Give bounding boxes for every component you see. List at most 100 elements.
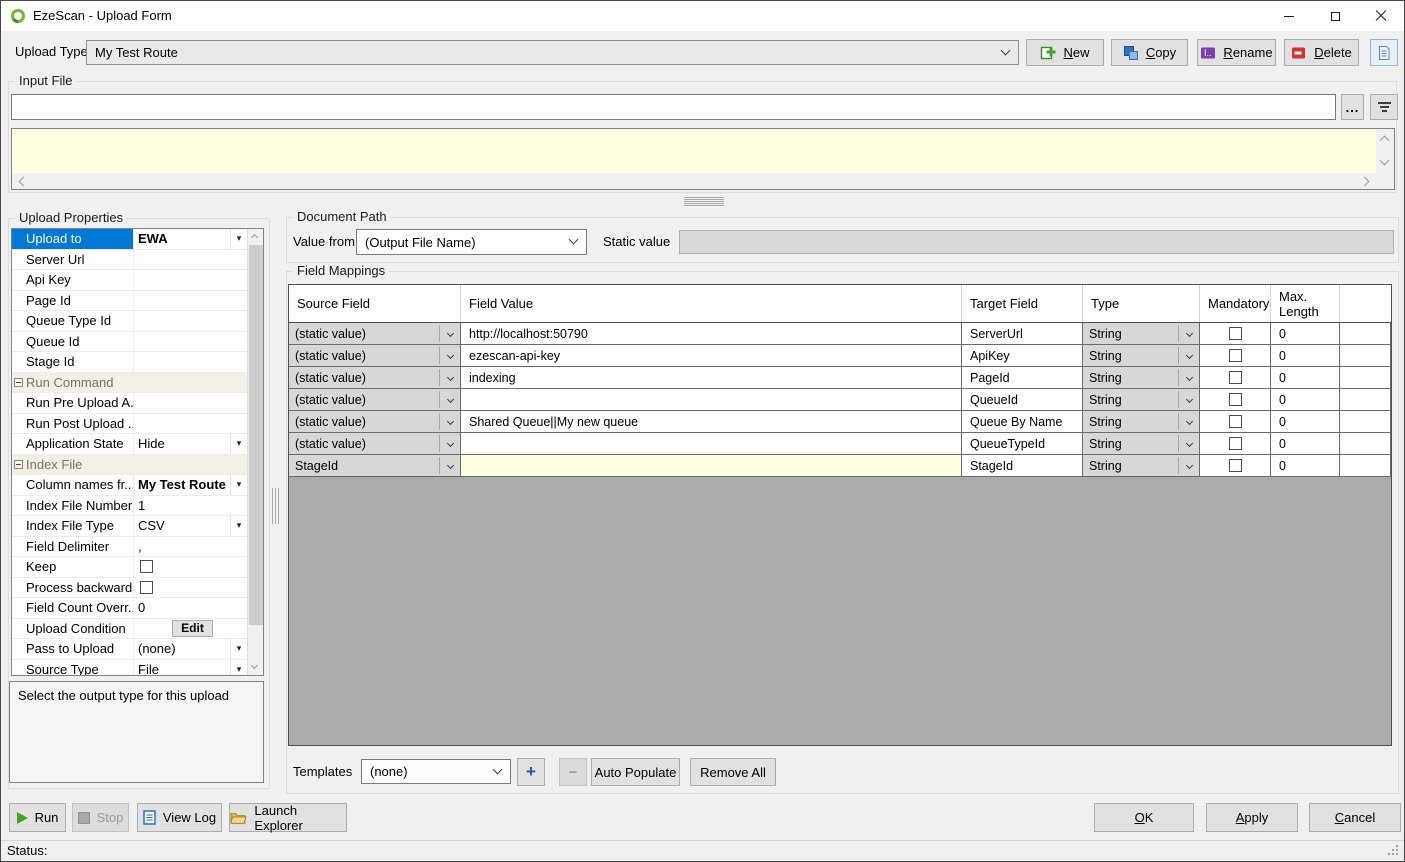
- collapse-icon[interactable]: [14, 378, 23, 387]
- target-field-cell[interactable]: Queue By Name: [962, 411, 1083, 432]
- property-value[interactable]: [134, 578, 247, 598]
- dropdown-arrow-icon[interactable]: ▾: [230, 229, 247, 249]
- property-value[interactable]: [134, 332, 247, 352]
- run-button[interactable]: Run: [9, 803, 66, 832]
- property-name[interactable]: Column names fr...: [12, 475, 134, 495]
- file-list-hscrollbar[interactable]: [12, 173, 1394, 189]
- property-value[interactable]: (none)▾: [134, 639, 247, 659]
- property-row[interactable]: Queue Id: [12, 332, 247, 353]
- property-name[interactable]: Queue Type Id: [12, 311, 134, 331]
- source-field-select[interactable]: (static value): [289, 345, 460, 366]
- property-value[interactable]: ,: [134, 537, 247, 557]
- vertical-splitter[interactable]: [272, 488, 280, 524]
- property-row[interactable]: Stage Id: [12, 352, 247, 373]
- property-category-row[interactable]: Index File: [12, 455, 247, 476]
- field-value-cell[interactable]: [461, 455, 962, 476]
- property-value[interactable]: [134, 393, 247, 413]
- property-row[interactable]: Index File Number1: [12, 496, 247, 517]
- max-length-cell[interactable]: 0: [1271, 389, 1340, 410]
- scroll-down-icon[interactable]: [251, 662, 258, 669]
- property-value[interactable]: File▾: [134, 660, 247, 676]
- remove-template-button[interactable]: −: [559, 758, 587, 786]
- scrollbar-thumb[interactable]: [249, 245, 263, 625]
- max-length-cell[interactable]: 0: [1271, 367, 1340, 388]
- property-row[interactable]: Source TypeFile▾: [12, 660, 247, 676]
- property-row[interactable]: Run Post Upload ...: [12, 414, 247, 435]
- input-file-list[interactable]: [11, 128, 1395, 190]
- checkbox[interactable]: [140, 560, 153, 573]
- mandatory-checkbox[interactable]: [1229, 371, 1242, 384]
- target-field-cell[interactable]: QueueTypeId: [962, 433, 1083, 454]
- property-row[interactable]: Pass to Upload(none)▾: [12, 639, 247, 660]
- property-name[interactable]: Application State: [12, 434, 134, 454]
- field-value-cell[interactable]: ezescan-api-key: [461, 345, 962, 366]
- column-header-value[interactable]: Field Value: [461, 285, 962, 322]
- mandatory-checkbox[interactable]: [1229, 327, 1242, 340]
- rename-button[interactable]: I.. Rename: [1197, 39, 1276, 66]
- source-field-select[interactable]: (static value): [289, 433, 460, 454]
- source-field-select[interactable]: (static value): [289, 323, 460, 344]
- mandatory-checkbox[interactable]: [1229, 437, 1242, 450]
- property-value[interactable]: [134, 270, 247, 290]
- target-field-cell[interactable]: ServerUrl: [962, 323, 1083, 344]
- field-value-cell[interactable]: [461, 433, 962, 454]
- property-name[interactable]: Server Url: [12, 250, 134, 270]
- property-row[interactable]: Column names fr...My Test Route▾: [12, 475, 247, 496]
- property-value[interactable]: My Test Route▾: [134, 475, 247, 495]
- apply-button[interactable]: Apply: [1206, 803, 1298, 832]
- property-row[interactable]: Queue Type Id: [12, 311, 247, 332]
- view-log-button[interactable]: View Log: [137, 803, 222, 832]
- scroll-left-icon[interactable]: [19, 177, 29, 187]
- source-field-select[interactable]: (static value): [289, 389, 460, 410]
- horizontal-splitter[interactable]: [684, 197, 724, 206]
- property-name[interactable]: Pass to Upload: [12, 639, 134, 659]
- target-field-cell[interactable]: PageId: [962, 367, 1083, 388]
- field-value-cell[interactable]: Shared Queue||My new queue: [461, 411, 962, 432]
- column-header-mandatory[interactable]: Mandatory: [1200, 285, 1271, 322]
- field-value-cell[interactable]: indexing: [461, 367, 962, 388]
- remove-all-button[interactable]: Remove All: [690, 758, 776, 786]
- property-name[interactable]: Source Type: [12, 660, 134, 676]
- property-row[interactable]: Upload toEWA▾: [12, 229, 247, 250]
- scroll-right-icon[interactable]: [1360, 177, 1370, 187]
- field-value-cell[interactable]: http://localhost:50790: [461, 323, 962, 344]
- upload-type-select[interactable]: My Test Route: [86, 40, 1019, 65]
- property-name[interactable]: Run Post Upload ...: [12, 414, 134, 434]
- maximize-button[interactable]: [1312, 1, 1358, 31]
- scroll-up-icon[interactable]: [1380, 136, 1390, 146]
- dropdown-arrow-icon[interactable]: ▾: [230, 639, 247, 659]
- column-header-source[interactable]: Source Field: [289, 285, 461, 322]
- property-name[interactable]: Page Id: [12, 291, 134, 311]
- max-length-cell[interactable]: 0: [1271, 455, 1340, 476]
- close-button[interactable]: [1358, 1, 1404, 31]
- property-row[interactable]: Run Pre Upload A...: [12, 393, 247, 414]
- launch-explorer-button[interactable]: Launch Explorer: [229, 803, 347, 832]
- collapse-icon[interactable]: [14, 460, 23, 469]
- property-row[interactable]: Index File TypeCSV▾: [12, 516, 247, 537]
- mandatory-checkbox[interactable]: [1229, 349, 1242, 362]
- max-length-cell[interactable]: 0: [1271, 345, 1340, 366]
- property-row[interactable]: Keep: [12, 557, 247, 578]
- add-template-button[interactable]: +: [517, 758, 545, 786]
- property-name[interactable]: Upload to: [12, 229, 134, 249]
- property-name[interactable]: Queue Id: [12, 332, 134, 352]
- max-length-cell[interactable]: 0: [1271, 411, 1340, 432]
- property-name[interactable]: Field Delimiter: [12, 537, 134, 557]
- source-field-select[interactable]: (static value): [289, 367, 460, 388]
- source-field-select[interactable]: StageId: [289, 455, 460, 476]
- property-name[interactable]: Field Count Overr...: [12, 598, 134, 618]
- property-row[interactable]: Process backwards: [12, 578, 247, 599]
- mandatory-checkbox[interactable]: [1229, 459, 1242, 472]
- templates-select[interactable]: (none): [361, 759, 511, 784]
- property-category-row[interactable]: Run Command: [12, 373, 247, 394]
- column-header-max-length[interactable]: Max. Length: [1271, 285, 1340, 322]
- ok-button[interactable]: OK: [1094, 803, 1194, 832]
- dropdown-arrow-icon[interactable]: ▾: [230, 475, 247, 495]
- column-header-target[interactable]: Target Field: [962, 285, 1083, 322]
- property-name[interactable]: Keep: [12, 557, 134, 577]
- file-list-vscrollbar[interactable]: [1376, 129, 1394, 173]
- property-row[interactable]: Field Delimiter,: [12, 537, 247, 558]
- property-value[interactable]: [134, 250, 247, 270]
- property-value[interactable]: [134, 352, 247, 372]
- type-select[interactable]: String: [1083, 345, 1199, 366]
